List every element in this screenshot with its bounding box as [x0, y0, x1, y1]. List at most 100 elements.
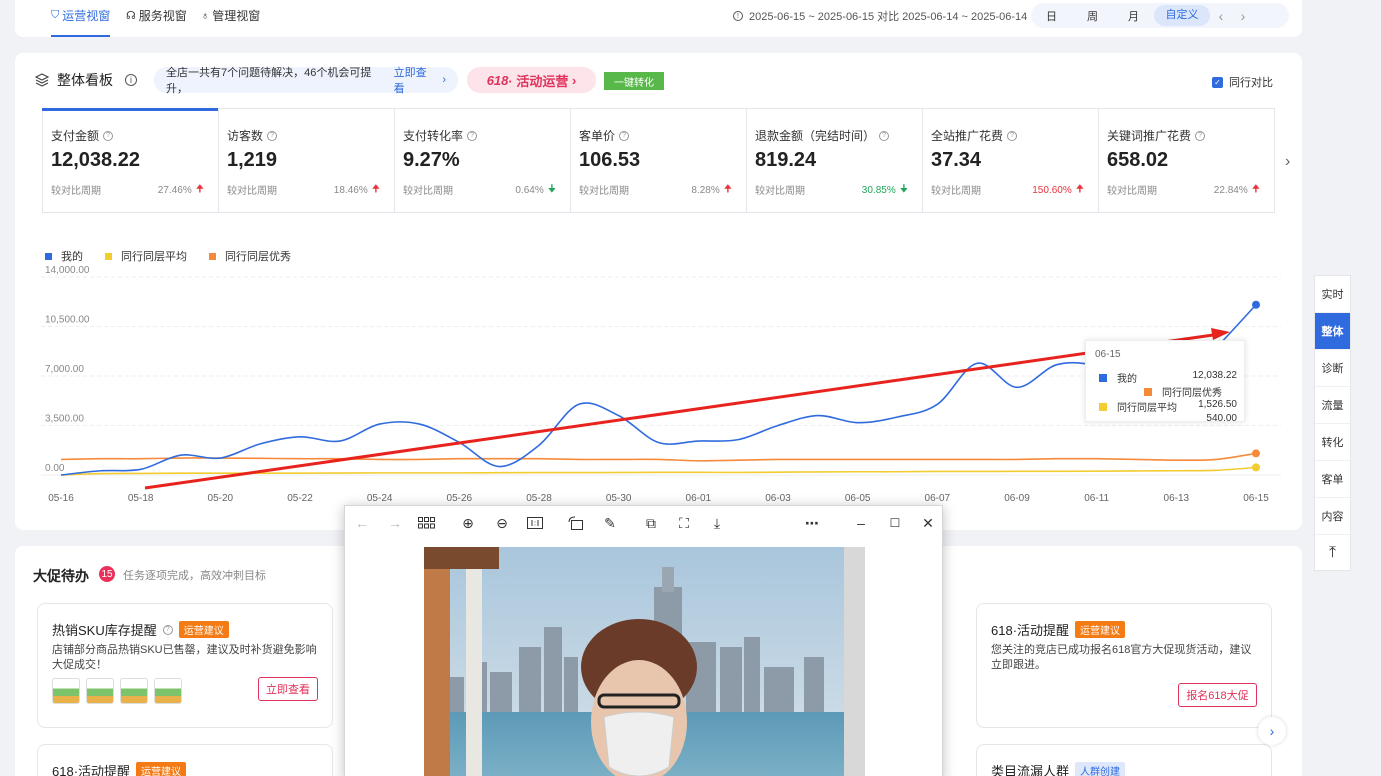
fit-screen-icon[interactable]: ⛶: [675, 514, 693, 532]
chevron-right-icon[interactable]: ›: [1285, 153, 1290, 171]
period-month[interactable]: 月: [1113, 8, 1154, 24]
info-icon[interactable]: i: [125, 74, 137, 86]
issue-notice[interactable]: 全店一共有7个问题待解决，46个机会可提升， 立即查看 ›: [154, 64, 458, 96]
chevron-left-icon[interactable]: ‹: [1210, 8, 1232, 24]
help-icon[interactable]: ?: [879, 130, 890, 141]
actual-size-icon[interactable]: [526, 514, 544, 532]
x-tick-label: 06-09: [1004, 493, 1030, 504]
metric-value: 819.24: [755, 149, 817, 171]
metrics-row: 支付金额? 12,038.22 较对比周期 27.46% 🠉 访客数? 1,219 较对比周期…: [42, 108, 1275, 213]
product-thumbnail[interactable]: [154, 678, 182, 704]
tooltip-value: 1,526.50: [1198, 399, 1237, 410]
promo-title: 大促待办: [33, 568, 89, 584]
peer-compare-checkbox[interactable]: ✓ 同行对比: [1212, 74, 1273, 90]
maximize-icon[interactable]: ☐: [886, 514, 904, 532]
legend-swatch: [45, 252, 52, 260]
legend-swatch: [105, 252, 112, 260]
help-icon[interactable]: ?: [467, 130, 478, 141]
float-nav-traffic[interactable]: 流量: [1315, 387, 1350, 424]
product-thumbnail[interactable]: [120, 678, 148, 704]
one-click-convert-button[interactable]: 一键转化: [604, 72, 664, 90]
float-nav-conversion[interactable]: 转化: [1315, 424, 1350, 461]
period-week[interactable]: 周: [1072, 8, 1113, 24]
x-tick-label: 06-01: [686, 493, 712, 504]
legend-item-peer-average[interactable]: 同行同层平均: [105, 248, 187, 264]
chevron-right-icon[interactable]: ›: [1258, 717, 1286, 745]
float-nav-overall[interactable]: 整体: [1315, 313, 1350, 350]
legend-item-peer-excellent[interactable]: 同行同层优秀: [209, 248, 291, 264]
register-618-button[interactable]: 报名618大促: [1178, 683, 1257, 707]
tab-service-view[interactable]: ☊ 服务视窗: [126, 7, 187, 24]
metric-card[interactable]: 访客数? 1,219 较对比周期 18.46% 🠉: [219, 109, 395, 212]
metric-card[interactable]: 关键词推广花费? 658.02 较对比周期 22.84% 🠉: [1099, 109, 1274, 212]
tab-management-view[interactable]: ♁ 管理视窗: [201, 7, 260, 24]
legend-swatch: [1099, 402, 1107, 411]
float-nav-order-value[interactable]: 客单: [1315, 461, 1350, 498]
tab-operations-view[interactable]: ⛉ 运营视窗: [51, 7, 111, 37]
legend-swatch: [1144, 387, 1152, 396]
rotate-icon[interactable]: [567, 514, 585, 532]
series-line-0: [60, 304, 1257, 476]
help-icon[interactable]: ?: [619, 130, 630, 141]
task-card[interactable]: 热销SKU库存提醒? 运营建议 店铺部分商品热销SKU已售罄，建议及时补货避免影响…: [37, 603, 333, 728]
legend-item-mine[interactable]: 我的: [45, 248, 83, 264]
chevron-right-icon[interactable]: ›: [1232, 8, 1254, 24]
checkbox-checked-icon: ✓: [1212, 76, 1223, 88]
x-tick-label: 06-11: [1084, 493, 1109, 504]
download-icon[interactable]: ⤓: [708, 514, 726, 532]
y-tick-label: 0.00: [45, 463, 65, 474]
chart-tooltip: 06-15 我的 12,038.22 同行同层优秀 同行同层平均 1,526.5…: [1085, 340, 1245, 424]
back-arrow-icon[interactable]: ←: [353, 514, 371, 532]
period-day[interactable]: 日: [1031, 8, 1072, 24]
float-nav-realtime[interactable]: 实时: [1315, 276, 1350, 313]
metric-compare: 较对比周期 150.60% 🠉: [931, 184, 1084, 197]
more-icon[interactable]: ⋯: [803, 514, 821, 532]
metric-card[interactable]: 全站推广花费? 37.34 较对比周期 150.60% 🠉: [923, 109, 1099, 212]
product-thumbnail[interactable]: [52, 678, 80, 704]
zoom-out-icon[interactable]: ⊖: [493, 514, 511, 532]
view-now-button[interactable]: 立即查看: [258, 677, 318, 701]
y-tick-label: 14,000.00: [45, 266, 90, 276]
y-tick-label: 7,000.00: [45, 364, 84, 375]
grid-icon[interactable]: [418, 514, 436, 532]
task-tag: 运营建议: [136, 762, 187, 776]
product-thumbnails: [52, 678, 182, 704]
arrow-down-icon: 🠋: [547, 184, 556, 195]
edit-icon[interactable]: ✎: [601, 514, 619, 532]
back-to-top-icon[interactable]: ⤒: [1315, 535, 1350, 572]
board-title: 整体看板: [57, 72, 113, 88]
x-tick-label: 05-28: [526, 493, 552, 504]
help-icon[interactable]: ?: [267, 130, 278, 141]
activity-operation-button[interactable]: 618 · 活动运营 ›: [467, 67, 596, 93]
zoom-in-icon[interactable]: ⊕: [459, 514, 477, 532]
metric-value: 1,219: [227, 149, 278, 171]
tooltip-row: 同行同层平均: [1099, 399, 1177, 414]
help-icon[interactable]: ?: [162, 624, 173, 635]
legend-swatch: [209, 252, 216, 260]
close-icon[interactable]: ✕: [919, 514, 937, 532]
annotation-arrow-head: [1211, 328, 1230, 340]
help-icon[interactable]: ?: [1195, 130, 1206, 141]
crop-icon[interactable]: ⧉: [642, 514, 660, 532]
task-card[interactable]: 618·活动提醒 运营建议 您关注的竞店已成功报名618官方大促现货活动，建议立即…: [976, 603, 1272, 728]
help-icon[interactable]: ?: [1007, 130, 1018, 141]
float-nav-diagnosis[interactable]: 诊断: [1315, 350, 1350, 387]
metric-card[interactable]: 退款金额（完结时间）? 819.24 较对比周期 30.85% 🠋: [747, 109, 923, 212]
product-thumbnail[interactable]: [86, 678, 114, 704]
metric-value: 12,038.22: [51, 149, 140, 171]
minimize-icon[interactable]: –: [852, 514, 870, 532]
metric-label: 客单价?: [579, 127, 746, 144]
float-nav-content[interactable]: 内容: [1315, 498, 1350, 535]
x-tick-label: 06-07: [925, 493, 951, 504]
task-card[interactable]: 618·活动提醒 运营建议: [37, 744, 333, 776]
period-custom[interactable]: 自定义: [1154, 5, 1210, 26]
metric-card[interactable]: 支付转化率? 9.27% 较对比周期 0.64% 🠋: [395, 109, 571, 212]
help-icon[interactable]: ?: [103, 130, 114, 141]
metric-compare: 较对比周期 0.64% 🠋: [403, 184, 556, 197]
metric-card[interactable]: 支付金额? 12,038.22 较对比周期 27.46% 🠉: [42, 108, 219, 212]
forward-arrow-icon[interactable]: →: [386, 514, 404, 532]
tooltip-value: 540.00: [1206, 413, 1237, 424]
metric-card[interactable]: 客单价? 106.53 较对比周期 8.28% 🠉: [571, 109, 747, 212]
task-card[interactable]: 类目流漏人群 人群创建: [976, 744, 1272, 776]
view-now-link[interactable]: 立即查看: [394, 64, 438, 96]
